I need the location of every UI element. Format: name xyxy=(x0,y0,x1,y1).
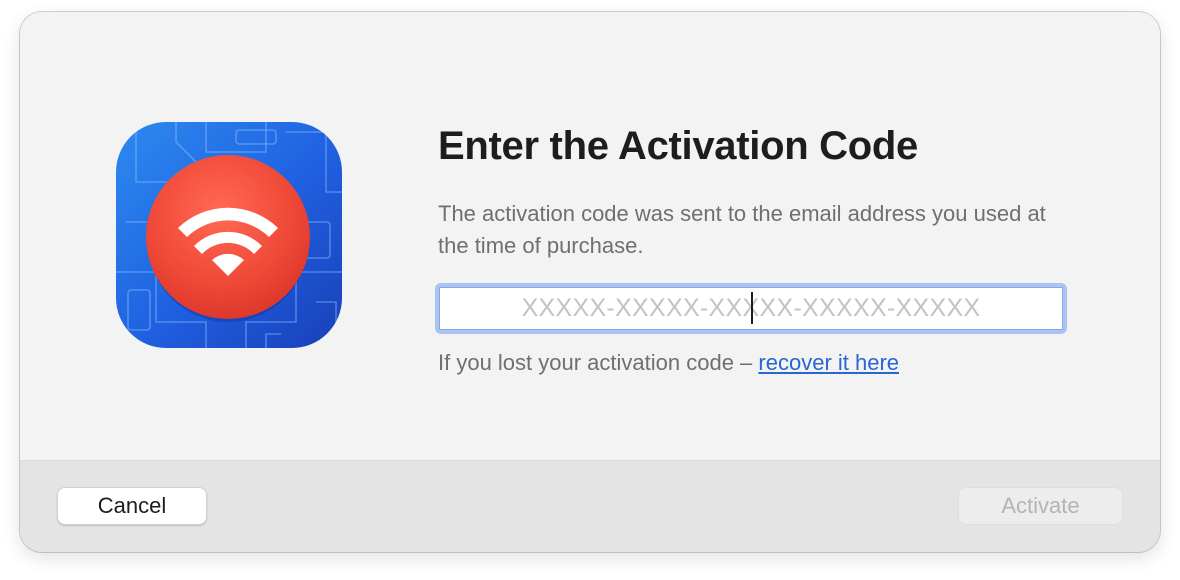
dialog-title: Enter the Activation Code xyxy=(438,124,918,168)
recover-code-link[interactable]: recover it here xyxy=(758,350,899,375)
activation-dialog: Enter the Activation Code The activation… xyxy=(20,12,1160,552)
wifi-app-icon xyxy=(116,122,342,348)
activate-button[interactable]: Activate xyxy=(958,487,1123,525)
activation-code-field xyxy=(435,283,1067,334)
lost-code-line: If you lost your activation code – recov… xyxy=(438,350,899,376)
dialog-subtitle: The activation code was sent to the emai… xyxy=(438,201,1046,258)
cancel-button[interactable]: Cancel xyxy=(57,487,207,525)
text-caret xyxy=(751,292,753,324)
dialog-content: Enter the Activation Code The activation… xyxy=(20,12,1160,460)
lost-code-text: If you lost your activation code – xyxy=(438,350,759,375)
